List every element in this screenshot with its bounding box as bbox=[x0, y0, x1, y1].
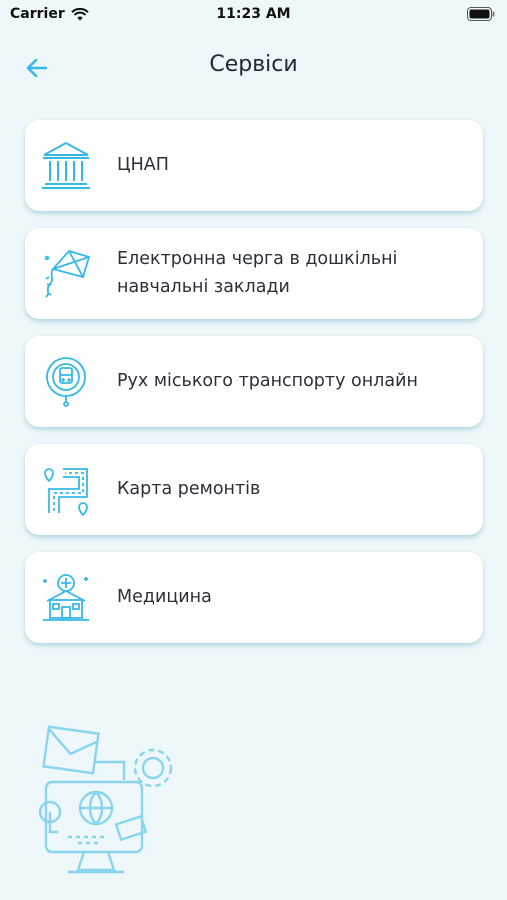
service-label: Карта ремонтів bbox=[117, 479, 261, 499]
service-card-medicine[interactable]: Медицина bbox=[25, 552, 483, 643]
decorative-services-illustration bbox=[38, 725, 173, 874]
service-label: Електронна черга в дошкільні навчальні з… bbox=[117, 249, 398, 297]
hospital-icon bbox=[43, 574, 89, 621]
service-label: ЦНАП bbox=[117, 155, 169, 175]
service-label: Медицина bbox=[117, 587, 212, 607]
service-card-cnap[interactable]: ЦНАП bbox=[25, 120, 483, 211]
transport-tracking-icon bbox=[46, 357, 86, 407]
road-map-icon bbox=[44, 468, 88, 517]
service-card-transport-online[interactable]: Рух міського транспорту онлайн bbox=[25, 336, 483, 427]
status-time: 11:23 AM bbox=[216, 6, 291, 22]
status-bar: Carrier 11:23 AM bbox=[0, 0, 507, 30]
service-label: Рух міського транспорту онлайн bbox=[117, 371, 418, 391]
government-building-icon bbox=[42, 141, 90, 189]
service-card-kindergarten-queue[interactable]: Електронна черга в дошкільні навчальні з… bbox=[25, 228, 483, 319]
page-title: Сервіси bbox=[209, 52, 298, 77]
services-list: ЦНАП Електронна черга в дошкільні навчал… bbox=[25, 120, 483, 660]
service-card-repair-map[interactable]: Карта ремонтів bbox=[25, 444, 483, 535]
battery-icon bbox=[467, 7, 495, 25]
kite-icon bbox=[44, 249, 91, 298]
navigation-bar: Сервіси bbox=[0, 48, 507, 86]
